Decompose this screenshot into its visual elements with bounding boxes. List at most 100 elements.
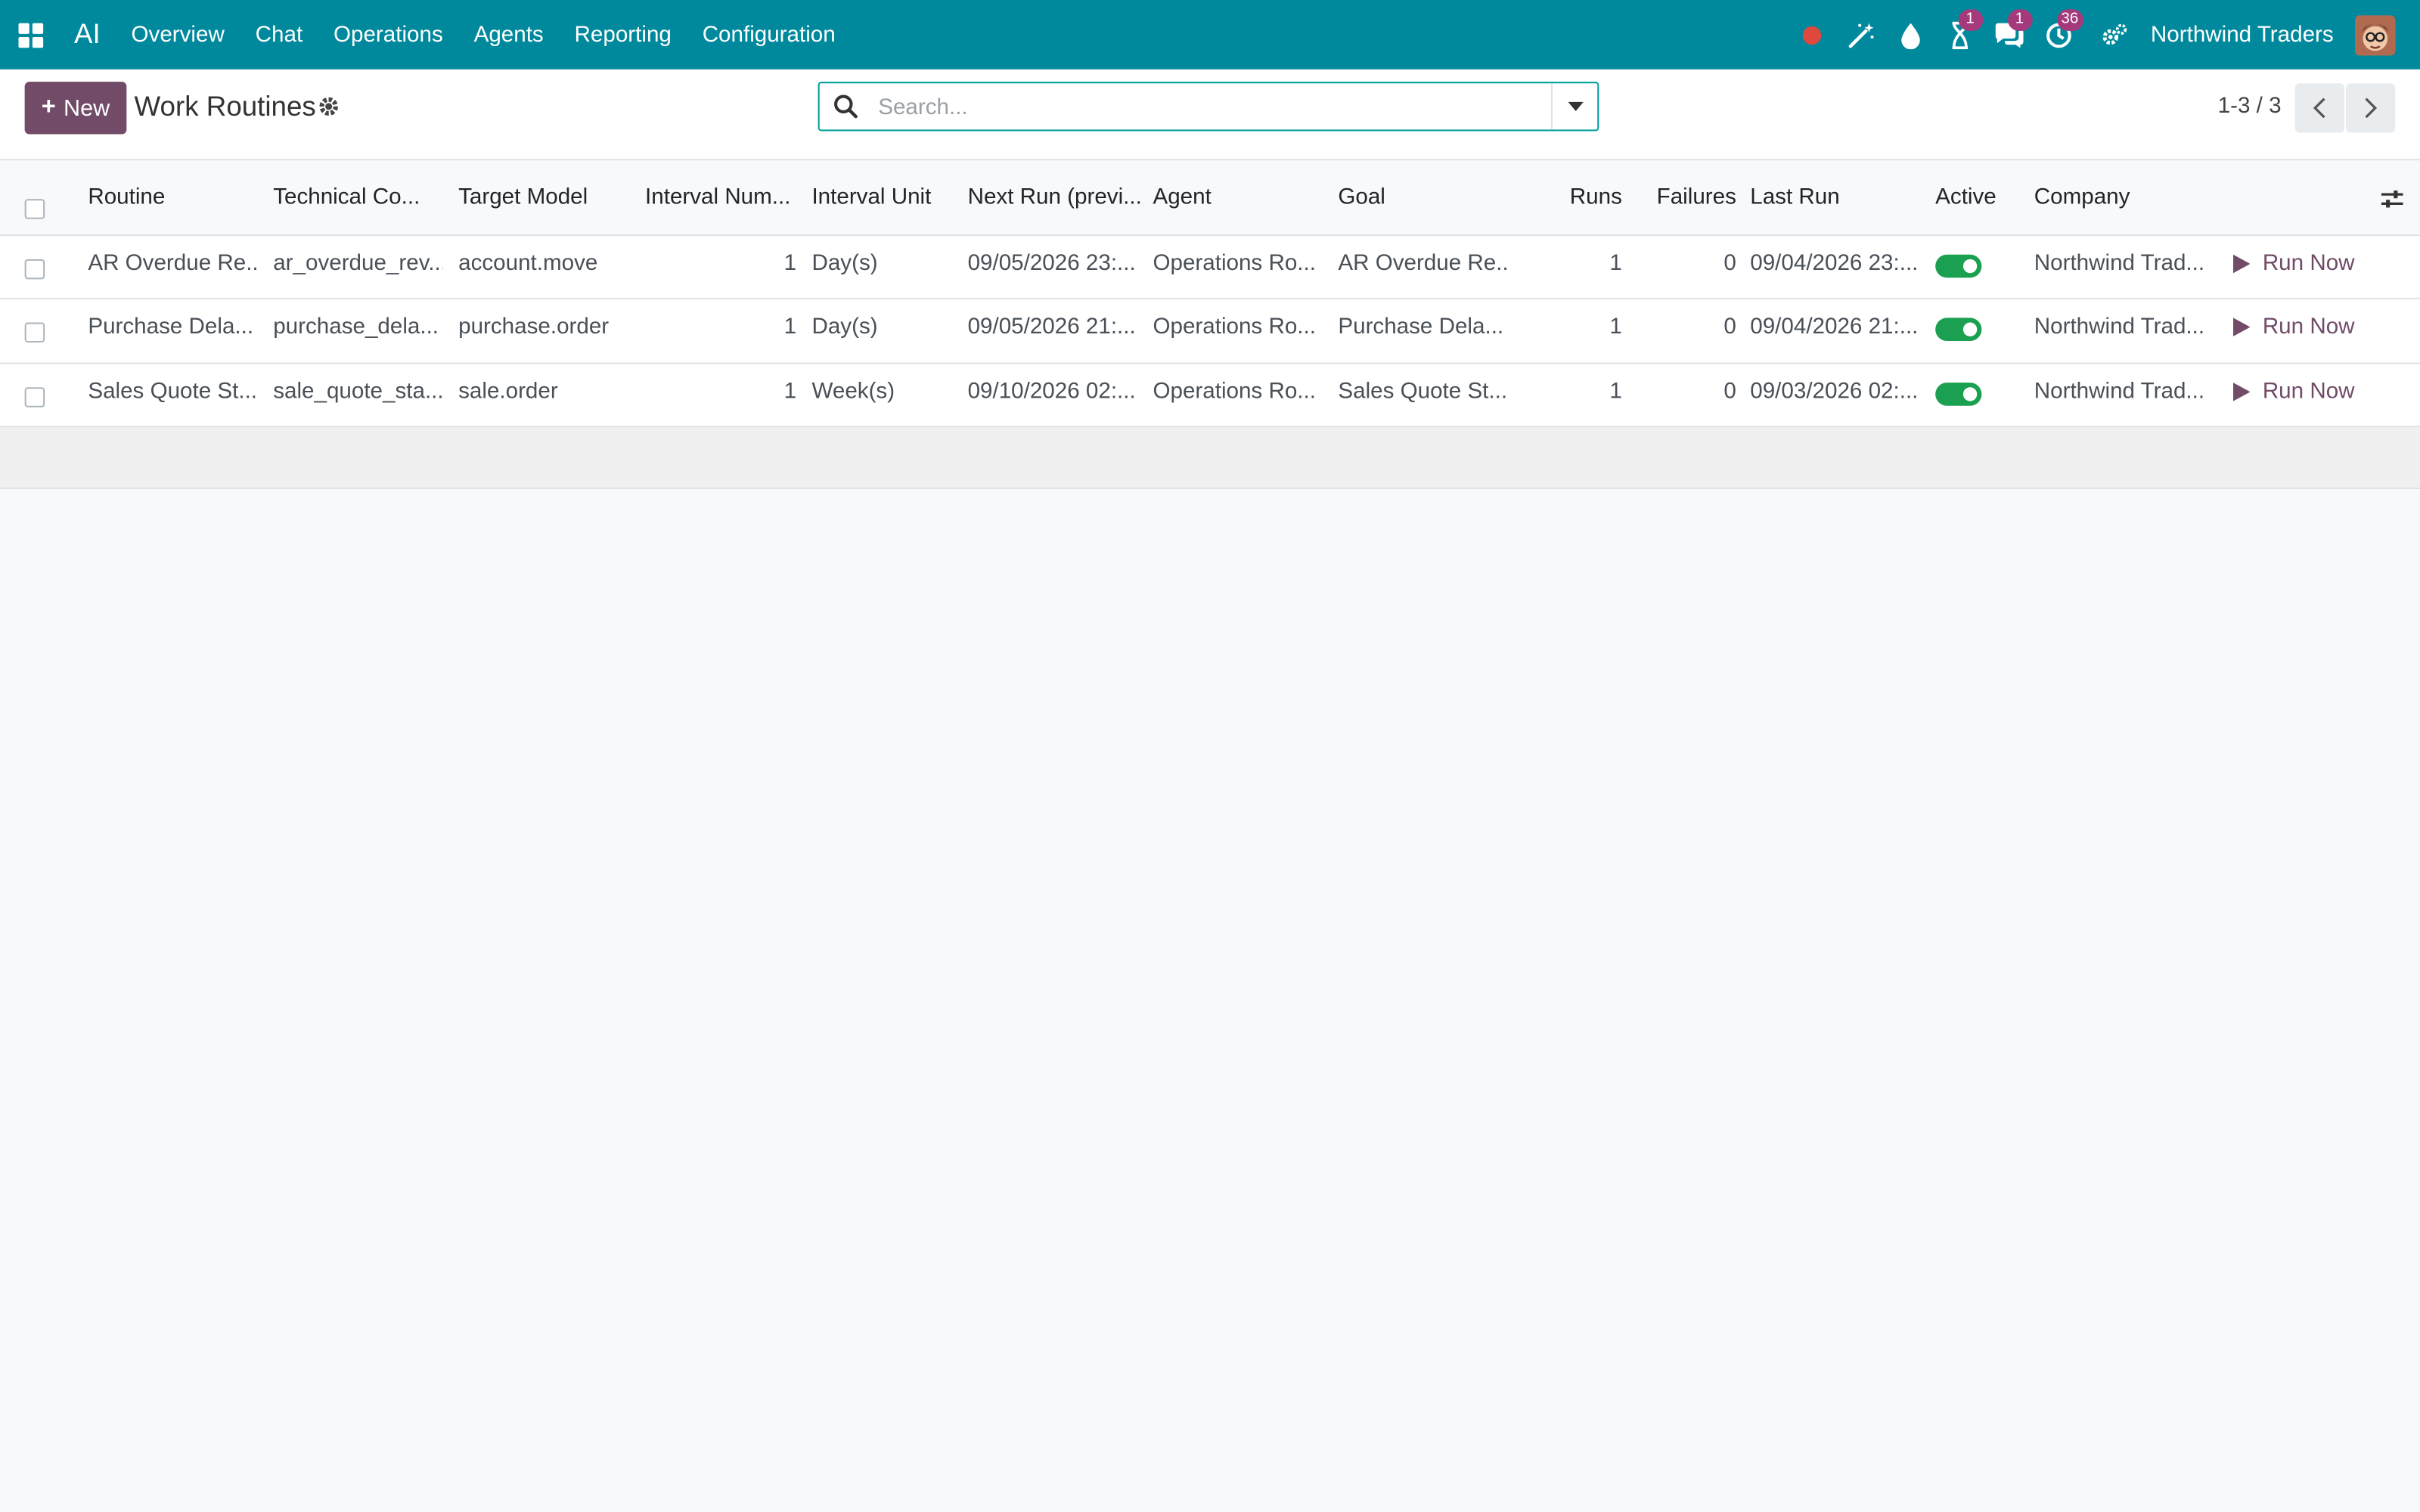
col-interval-unit[interactable]: Interval Unit: [811, 185, 958, 210]
col-routine[interactable]: Routine: [88, 185, 257, 210]
search-input[interactable]: [875, 83, 1545, 133]
col-failures[interactable]: Failures: [1639, 185, 1736, 210]
table-header: Routine Technical Co... Target Model Int…: [0, 160, 2420, 237]
cell-company: Northwind Trad...: [2034, 380, 2205, 404]
menu-operations[interactable]: Operations: [334, 23, 443, 48]
select-all-checkbox[interactable]: [24, 199, 45, 219]
cell-goal: Purchase Dela...: [1338, 314, 1504, 339]
search-options-toggle[interactable]: [1551, 83, 1597, 130]
cell-model: account.move: [458, 251, 598, 277]
row-checkbox[interactable]: [24, 387, 45, 407]
table-row[interactable]: Purchase Dela... purchase_dela... purcha…: [0, 299, 2420, 364]
col-interval-num[interactable]: Interval Num...: [645, 185, 799, 210]
cell-routine: Purchase Dela...: [88, 314, 254, 339]
cell-interval-unit: Day(s): [811, 314, 878, 339]
cell-failures: 0: [1723, 380, 1736, 404]
run-now-label: Run Now: [2262, 251, 2355, 277]
pager-previous-button[interactable]: [2294, 83, 2344, 133]
search-bar: [818, 82, 1599, 133]
systray: 1 1 36 Northwind Traders: [1777, 0, 2420, 70]
col-model[interactable]: Target Model: [458, 185, 636, 210]
table-row[interactable]: Sales Quote St... sale_quote_sta... sale…: [0, 364, 2420, 428]
menu-configuration[interactable]: Configuration: [703, 23, 836, 48]
user-avatar[interactable]: [2355, 14, 2396, 55]
top-navbar: AI Overview Chat Operations Agents Repor…: [0, 0, 2420, 70]
pager-value[interactable]: 1-3 / 3: [2218, 94, 2282, 119]
col-technical[interactable]: Technical Co...: [273, 185, 442, 210]
cell-model: purchase.order: [458, 314, 610, 339]
cell-company: Northwind Trad...: [2034, 251, 2205, 277]
run-now-label: Run Now: [2262, 380, 2355, 404]
table-footer: [0, 427, 2420, 489]
cell-interval-unit: Day(s): [811, 251, 878, 277]
play-icon: [2233, 318, 2251, 336]
plus-icon: +: [41, 94, 56, 121]
cell-model: sale.order: [458, 380, 558, 404]
app-root: AI Overview Chat Operations Agents Repor…: [0, 0, 2420, 1512]
control-panel: + New Work Routines 1-3 / 3: [0, 69, 2420, 161]
cell-technical: ar_overdue_rev...: [273, 251, 443, 277]
magic-wand-icon[interactable]: [1845, 20, 1876, 51]
cell-runs: 1: [1609, 251, 1622, 277]
table-row[interactable]: AR Overdue Re... ar_overdue_rev... accou…: [0, 236, 2420, 299]
run-now-label: Run Now: [2262, 314, 2355, 339]
app-menu-icon[interactable]: [18, 20, 49, 51]
cell-interval-unit: Week(s): [811, 380, 895, 404]
cell-next-run: 09/05/2026 21:...: [967, 314, 1136, 339]
col-runs[interactable]: Runs: [1544, 185, 1622, 210]
play-icon: [2233, 383, 2251, 401]
new-button-label: New: [63, 94, 110, 122]
pager-next-button[interactable]: [2346, 83, 2396, 133]
row-checkbox[interactable]: [24, 322, 45, 343]
cell-routine: Sales Quote St...: [88, 380, 258, 404]
cell-routine: AR Overdue Re...: [88, 251, 258, 277]
drop-icon[interactable]: [1894, 20, 1925, 51]
list-table: Routine Technical Co... Target Model Int…: [0, 160, 2420, 489]
column-options-icon[interactable]: [2380, 188, 2405, 216]
gear-icon[interactable]: [318, 96, 340, 125]
chevron-left-icon: [2313, 98, 2325, 119]
menu-overview[interactable]: Overview: [131, 23, 224, 48]
cell-agent: Operations Ro...: [1153, 380, 1316, 404]
cell-runs: 1: [1609, 380, 1622, 404]
active-toggle[interactable]: [1935, 318, 1982, 342]
active-toggle[interactable]: [1935, 383, 1982, 406]
cell-runs: 1: [1609, 314, 1622, 339]
search-icon: [833, 94, 858, 126]
run-now-button[interactable]: Run Now: [2233, 251, 2355, 277]
menu-chat[interactable]: Chat: [256, 23, 303, 48]
cell-technical: purchase_dela...: [273, 314, 439, 339]
col-goal[interactable]: Goal: [1338, 185, 1507, 210]
cell-last-run: 09/04/2026 23:...: [1750, 251, 1919, 277]
cell-interval-num: 1: [783, 251, 797, 277]
col-active[interactable]: Active: [1935, 185, 2028, 210]
row-checkbox[interactable]: [24, 259, 45, 280]
app-brand[interactable]: AI: [74, 18, 101, 51]
chevron-right-icon: [2365, 98, 2378, 119]
cell-last-run: 09/03/2026 02:...: [1750, 380, 1919, 404]
cell-goal: AR Overdue Re...: [1338, 251, 1508, 277]
col-last-run[interactable]: Last Run: [1750, 185, 1919, 210]
active-toggle[interactable]: [1935, 254, 1982, 278]
company-switcher[interactable]: Northwind Traders: [2151, 23, 2334, 48]
col-company[interactable]: Company: [2034, 185, 2212, 210]
run-now-button[interactable]: Run Now: [2233, 314, 2355, 339]
record-dot-icon[interactable]: [1796, 20, 1827, 51]
cell-agent: Operations Ro...: [1153, 251, 1316, 277]
menu-agents[interactable]: Agents: [474, 23, 544, 48]
cell-last-run: 09/04/2026 21:...: [1750, 314, 1919, 339]
hourglass-icon[interactable]: 1: [1944, 8, 1983, 51]
clock-icon[interactable]: 36: [2043, 8, 2083, 51]
messages-badge: 1: [2007, 8, 2032, 30]
col-next-run[interactable]: Next Run (previ...: [968, 185, 1146, 210]
menu-reporting[interactable]: Reporting: [575, 23, 672, 48]
cell-interval-num: 1: [783, 380, 797, 404]
new-button[interactable]: + New: [24, 82, 127, 135]
clock-badge: 36: [2056, 8, 2083, 30]
run-now-button[interactable]: Run Now: [2233, 380, 2355, 404]
col-agent[interactable]: Agent: [1153, 185, 1322, 210]
chat-bubbles-icon[interactable]: 1: [1993, 8, 2032, 51]
settings-gears-icon[interactable]: [2099, 20, 2130, 51]
cell-next-run: 09/10/2026 02:...: [967, 380, 1136, 404]
cell-agent: Operations Ro...: [1153, 314, 1316, 339]
